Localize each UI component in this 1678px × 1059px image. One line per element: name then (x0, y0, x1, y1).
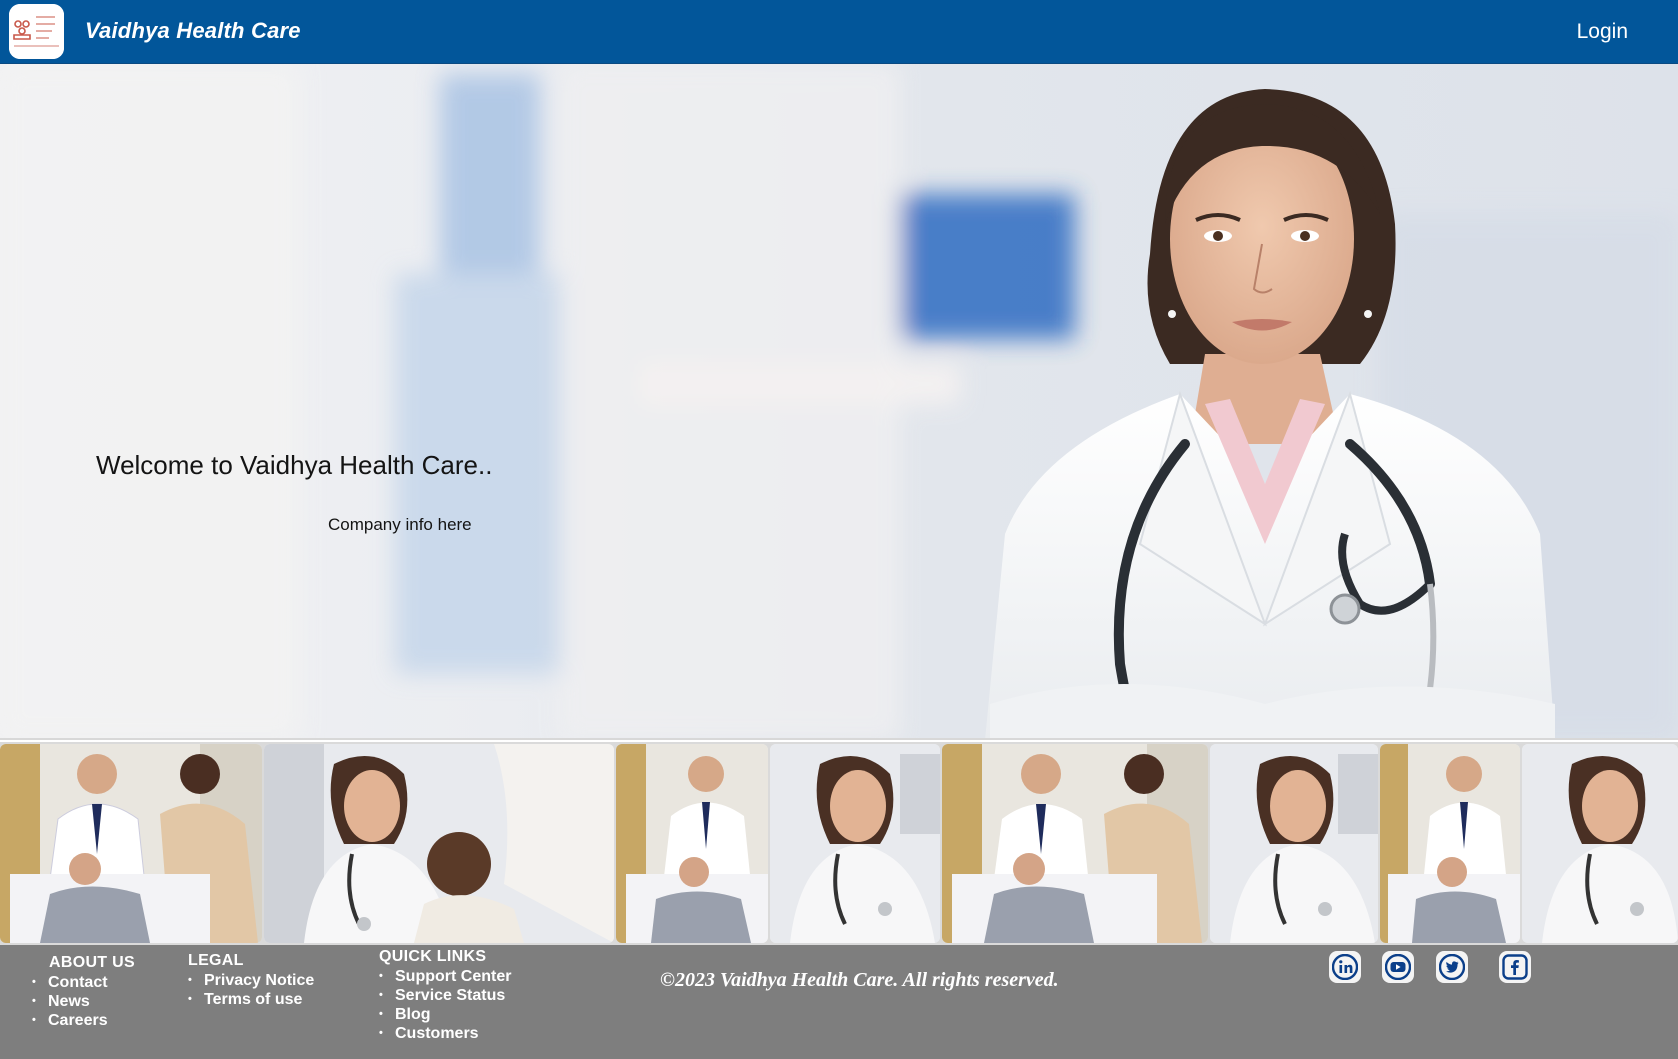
brand-title: Vaidhya Health Care (85, 18, 301, 43)
gallery-image[interactable] (1210, 744, 1378, 943)
twitter-icon (1439, 954, 1465, 980)
copyright-text: ©2023 Vaidhya Health Care. All rights re… (660, 969, 1059, 991)
footer-about-column: ABOUT US Contact News Careers (32, 954, 135, 1030)
footer-quick-links-column: QUICK LINKS Support Center Service Statu… (379, 948, 511, 1043)
footer-link-service-status[interactable]: Service Status (379, 986, 511, 1005)
facebook-button[interactable] (1499, 951, 1531, 983)
doctor-smiling-image (1522, 744, 1678, 943)
logo-icon (9, 4, 64, 59)
youtube-button[interactable] (1382, 951, 1414, 983)
youtube-icon (1385, 954, 1411, 980)
footer-link-privacy-notice[interactable]: Privacy Notice (188, 971, 314, 990)
gallery-image[interactable] (1522, 744, 1678, 943)
top-navbar: Vaidhya Health Care Login (0, 0, 1678, 64)
doctor-patient-image (942, 744, 1208, 943)
footer-link-contact[interactable]: Contact (32, 973, 135, 992)
logo[interactable] (9, 4, 64, 59)
image-gallery-strip (0, 742, 1678, 945)
doctor-patient-image (0, 744, 262, 943)
footer-legal-column: LEGAL Privacy Notice Terms of use (188, 952, 314, 1009)
login-link[interactable]: Login (1577, 20, 1628, 44)
footer-link-news[interactable]: News (32, 992, 135, 1011)
doctor-smiling-image (1210, 744, 1378, 943)
footer-link-blog[interactable]: Blog (379, 1005, 511, 1024)
footer-legal-heading: LEGAL (188, 952, 244, 969)
doctor-smiling-image (770, 744, 940, 943)
hero-banner: Welcome to Vaidhya Health Care.. Company… (0, 64, 1678, 740)
gallery-image[interactable] (616, 744, 768, 943)
linkedin-button[interactable] (1329, 951, 1361, 983)
company-info-text: Company info here (328, 515, 472, 534)
footer-link-support-center[interactable]: Support Center (379, 967, 511, 986)
footer-link-customers[interactable]: Customers (379, 1024, 511, 1043)
gallery-image[interactable] (770, 744, 940, 943)
linkedin-icon (1332, 954, 1358, 980)
footer-quick-links-heading: QUICK LINKS (379, 948, 487, 965)
facebook-icon (1502, 954, 1528, 980)
doctor-patient-image (616, 744, 768, 943)
gallery-image[interactable] (1380, 744, 1520, 943)
footer-link-terms-of-use[interactable]: Terms of use (188, 990, 314, 1009)
footer-about-heading: ABOUT US (49, 954, 135, 971)
gallery-image[interactable] (264, 744, 614, 943)
gallery-image[interactable] (942, 744, 1208, 943)
footer: ABOUT US Contact News Careers LEGAL Priv… (0, 945, 1678, 1059)
doctor-patient-image (1380, 744, 1520, 943)
doctor-child-image (264, 744, 614, 943)
footer-link-careers[interactable]: Careers (32, 1011, 135, 1030)
gallery-image[interactable] (0, 744, 262, 943)
welcome-heading: Welcome to Vaidhya Health Care.. (96, 450, 493, 480)
hero-doctor-image (0, 64, 1678, 738)
twitter-button[interactable] (1436, 951, 1468, 983)
